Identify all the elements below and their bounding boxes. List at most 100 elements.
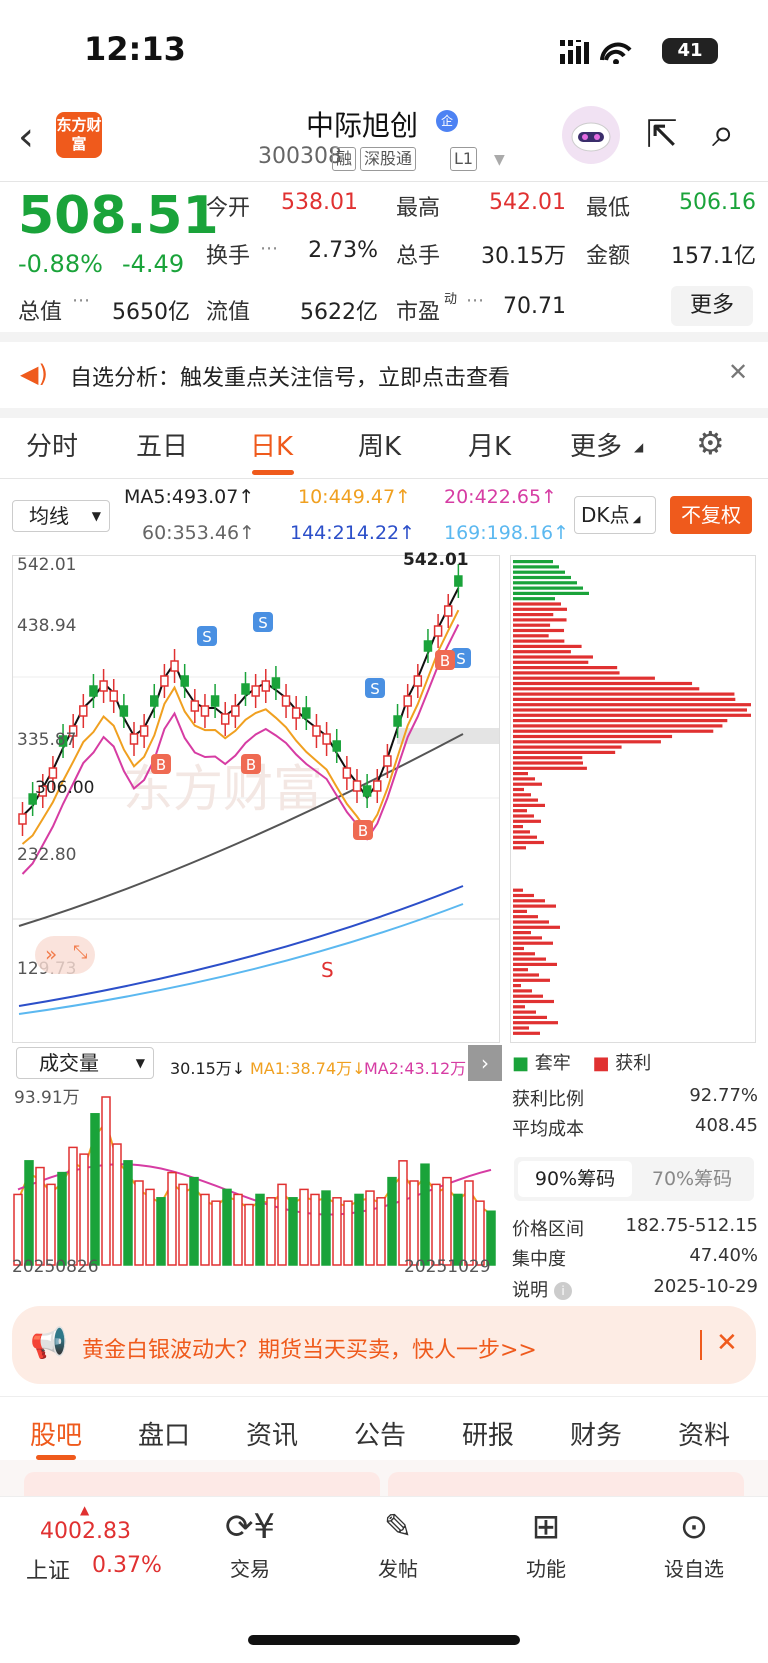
market-cap-label: 总值 [18, 300, 63, 325]
candle [129, 722, 139, 756]
chip-bar [513, 893, 534, 898]
chip-bar [513, 915, 538, 919]
futures-ad-banner[interactable]: 📢 黄金白银波动大？期货当天买卖，快人一步>> ✕ [12, 1306, 756, 1384]
sell-signal-marker[interactable]: S [253, 612, 273, 632]
dk-point-button[interactable]: DK点 ◢ [574, 496, 656, 534]
tab-orderbook[interactable]: 盘口 [138, 1415, 190, 1452]
tab-news[interactable]: 资讯 [246, 1415, 298, 1452]
enterprise-badge: 企 [436, 110, 458, 132]
tab-profile[interactable]: 资料 [678, 1415, 730, 1452]
chip-bar [513, 623, 551, 627]
ma-indicators: 均线 ▼ MA5:493.07↑ 10:449.47↑ 20:422.65↑ 60… [0, 480, 768, 550]
candle [443, 594, 453, 628]
sell-signal-marker[interactable]: S [365, 678, 385, 698]
volume-bar [200, 1193, 210, 1266]
analysis-notice[interactable]: ◀) 自选分析：触发重点关注信号，立即点击查看 ✕ [0, 342, 768, 408]
tab-more[interactable]: 更多 [570, 426, 622, 463]
stock-header: ‹ 东方财富 中际旭创 企 300308 融 深股通 L1 ▼ ⇱ ⌕ [0, 100, 768, 182]
tab-five-day[interactable]: 五日 [136, 426, 188, 463]
expand-chart-button[interactable]: » ⤡ [35, 936, 95, 974]
more-button[interactable]: 更多 [671, 286, 753, 326]
chip-distribution-chart[interactable] [510, 555, 756, 1043]
volume-select[interactable]: 成交量 ▼ [16, 1047, 154, 1079]
tab-forum[interactable]: 股吧 [30, 1415, 82, 1452]
chip-bar [513, 957, 546, 961]
chip-bar [513, 984, 521, 988]
concentration-label: 集中度 [512, 1249, 566, 1270]
nav-functions[interactable]: ⊞ 功能 [496, 1507, 596, 1582]
nav-post[interactable]: ✎ 发帖 [348, 1507, 448, 1582]
volume-bar [321, 1190, 331, 1266]
close-icon[interactable]: ✕ [716, 1328, 738, 1358]
tab-research[interactable]: 研报 [462, 1415, 514, 1452]
robot-avatar[interactable] [562, 106, 620, 164]
chip-bar [513, 697, 736, 701]
tab-daily-k[interactable]: 日K [250, 426, 293, 463]
nav-trade[interactable]: ⟳¥ 交易 [200, 1507, 300, 1582]
chip-bar [513, 660, 589, 664]
nav-watchlist[interactable]: ⊙ 设自选 [644, 1507, 744, 1582]
ma144-label: 144:214.22↑ [290, 522, 416, 544]
adjust-button[interactable]: 不复权 [670, 496, 752, 534]
buy-signal-marker[interactable]: B [435, 650, 455, 670]
share-icon[interactable]: ⇱ [646, 112, 678, 156]
change-percent: -0.88% [18, 250, 103, 278]
chip-70-button[interactable]: 70%筹码 [634, 1161, 750, 1197]
chip-bar [513, 814, 534, 818]
brand-logo[interactable]: 东方财富 [56, 112, 102, 158]
volume-bar [431, 1183, 441, 1266]
amount-value: 157.1亿 [671, 244, 756, 269]
tag-connect: 深股通 [360, 147, 417, 171]
close-icon[interactable]: ✕ [728, 358, 748, 386]
low-label: 最低 [586, 196, 631, 221]
price-range-label: 价格区间 [512, 1219, 584, 1240]
volume-bar [90, 1113, 100, 1266]
concentration-value: 47.40% [689, 1245, 758, 1266]
tag-level: L1 [450, 147, 478, 171]
chip-90-button[interactable]: 90%筹码 [518, 1161, 632, 1197]
chip-bar [513, 681, 693, 686]
info-tabs: 股吧 盘口 资讯 公告 研报 财务 资料 [0, 1396, 768, 1460]
chip-bar [513, 613, 554, 617]
index-percent[interactable]: 0.37% [92, 1553, 162, 1578]
kline-chart[interactable]: 东方财富 SSSSBBBB 542.01 438.94 335.87 232.8… [12, 550, 500, 1043]
profit-legend: 获利 [615, 1053, 652, 1074]
buy-signal-marker[interactable]: B [353, 820, 373, 840]
index-name[interactable]: 上证 [26, 1553, 70, 1585]
volume-chart[interactable]: 93.91万 20250826 20251029 [12, 1081, 500, 1279]
chip-bar [513, 570, 565, 574]
buy-signal-marker[interactable]: B [151, 754, 171, 774]
tab-announcement[interactable]: 公告 [354, 1415, 406, 1452]
active-tab-indicator [252, 470, 294, 475]
buy-signal-marker[interactable]: B [241, 754, 261, 774]
chip-bar [513, 925, 560, 929]
chip-bar [513, 931, 531, 935]
tab-monthly-k[interactable]: 月K [468, 426, 511, 463]
chip-bar [513, 798, 538, 802]
stock-code: 300308 [258, 144, 342, 169]
chip-bar [513, 772, 528, 776]
tab-intraday[interactable]: 分时 [26, 426, 78, 463]
notice-text: 自选分析：触发重点关注信号，立即点击查看 [70, 366, 511, 391]
y-axis-label: 232.80 [17, 845, 77, 865]
gear-icon[interactable]: ⚙ [696, 424, 725, 462]
y-axis-label: 438.94 [17, 616, 77, 636]
sell-signal-marker[interactable]: S [197, 626, 217, 646]
candle [231, 694, 240, 728]
volume-bar [299, 1188, 309, 1266]
tab-finance[interactable]: 财务 [570, 1415, 622, 1452]
volume-bar [409, 1180, 419, 1266]
index-value[interactable]: 4002.83 [40, 1519, 131, 1544]
change-amount: -4.49 [122, 250, 185, 278]
info-icon[interactable]: i [554, 1282, 572, 1300]
search-icon[interactable]: ⌕ [712, 110, 734, 156]
chevron-right-icon[interactable]: › [468, 1045, 502, 1081]
indicator-select[interactable]: 均线 ▼ [12, 500, 110, 532]
chevron-down-icon[interactable]: ▼ [494, 152, 505, 168]
chip-bar [513, 777, 535, 781]
candle [160, 664, 169, 698]
back-icon[interactable]: ‹ [18, 114, 34, 160]
tab-weekly-k[interactable]: 周K [358, 426, 401, 463]
volume-bar [178, 1183, 188, 1266]
end-date-label: 20251029 [404, 1257, 491, 1277]
